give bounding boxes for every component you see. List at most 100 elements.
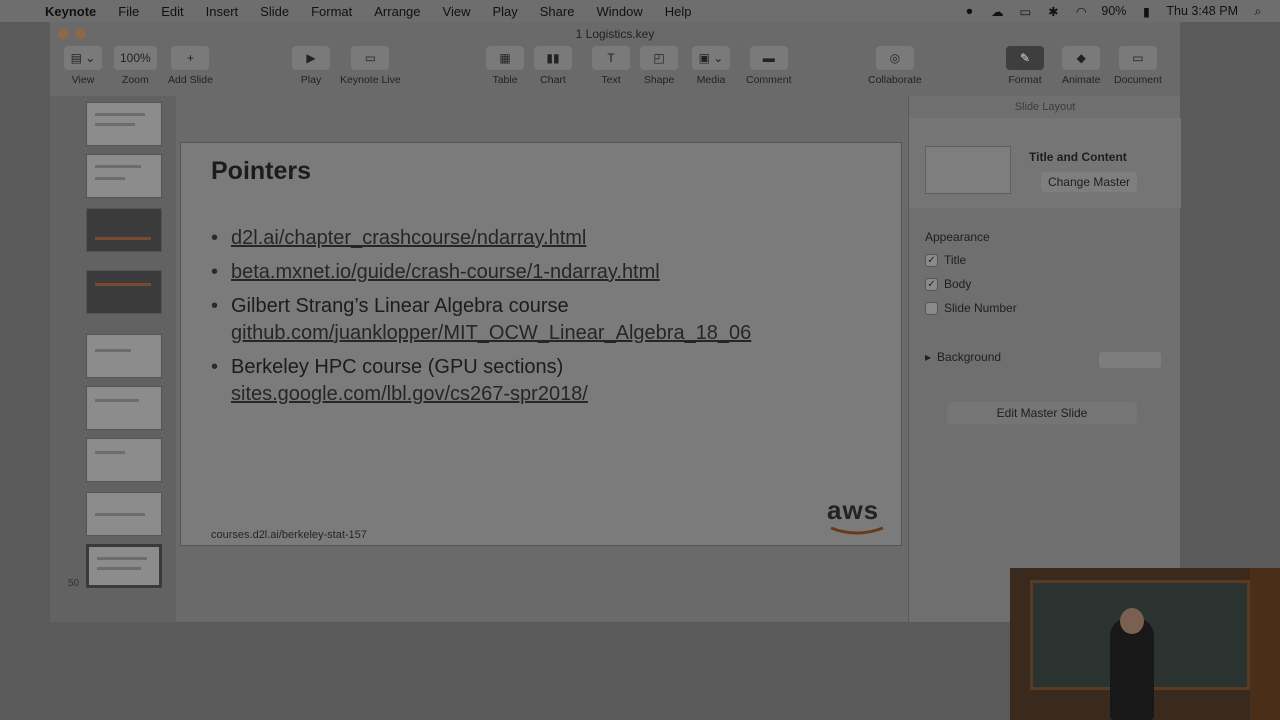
window-controls xyxy=(58,28,86,39)
slide-thumbnail[interactable] xyxy=(86,102,162,146)
collaborate-icon: ◎ xyxy=(875,46,914,70)
document-button[interactable]: ▭ Document xyxy=(1114,46,1162,86)
text-icon: T xyxy=(592,46,630,70)
view-icon: ▤ ⌄ xyxy=(64,46,102,70)
slide-thumbnail[interactable] xyxy=(86,438,162,482)
screen-icon[interactable]: ▭ xyxy=(1017,4,1033,19)
chart-icon: ▮▮ xyxy=(534,46,572,70)
bluetooth-icon[interactable]: ✱ xyxy=(1045,4,1061,19)
text-button[interactable]: T Text xyxy=(592,46,630,86)
view-button[interactable]: ▤ ⌄ View xyxy=(64,46,102,86)
link-berkeley-hpc[interactable]: sites.google.com/lbl.gov/cs267-spr2018/ xyxy=(231,381,751,408)
master-thumbnail[interactable] xyxy=(925,146,1011,194)
title-checkbox-row[interactable]: ✓ Title xyxy=(925,253,966,267)
menu-view[interactable]: View xyxy=(432,4,482,19)
keynote-live-button[interactable]: ▭ Keynote Live xyxy=(340,46,401,86)
chart-button[interactable]: ▮▮ Chart xyxy=(534,46,572,86)
bullet-list[interactable]: d2l.ai/chapter_crashcourse/ndarray.html … xyxy=(211,225,751,415)
link-d2l-ndarray[interactable]: d2l.ai/chapter_crashcourse/ndarray.html xyxy=(231,225,751,252)
slide-thumbnail[interactable] xyxy=(86,386,162,430)
change-master-button[interactable]: Change Master xyxy=(1041,172,1137,192)
minimize-window-icon[interactable] xyxy=(75,28,86,39)
edit-master-slide-button[interactable]: Edit Master Slide xyxy=(947,402,1137,424)
lecturer-head xyxy=(1120,608,1144,634)
body-checkbox-row[interactable]: ✓ Body xyxy=(925,277,971,291)
animate-icon: ◆ xyxy=(1062,46,1101,70)
battery-icon[interactable]: ▮ xyxy=(1138,4,1154,19)
aws-smile-icon xyxy=(830,526,884,535)
bullet-item: d2l.ai/chapter_crashcourse/ndarray.html xyxy=(211,225,751,252)
play-icon: ▶ xyxy=(292,46,330,70)
keynote-window: 1 Logistics.key ▤ ⌄ View 100% Zoom + Add Sl… xyxy=(50,22,1181,622)
menu-insert[interactable]: Insert xyxy=(195,4,250,19)
inspector-header: Slide Layout xyxy=(1014,101,1076,113)
slide-thumbnail[interactable] xyxy=(86,154,162,198)
toolbar: ▤ ⌄ View 100% Zoom + Add Slide ▶ Play ▭ Keyno… xyxy=(50,46,1180,96)
slide-number: 50 xyxy=(68,578,80,589)
play-button[interactable]: ▶ Play xyxy=(292,46,330,86)
link-strang-linear-algebra[interactable]: github.com/juanklopper/MIT_OCW_Linear_Al… xyxy=(231,320,751,347)
battery-percentage: 90% xyxy=(1101,4,1127,18)
menu-keynote[interactable]: Keynote xyxy=(34,4,107,19)
slide-thumbnail[interactable] xyxy=(86,492,162,536)
zoom-button[interactable]: 100% Zoom xyxy=(114,46,157,86)
slide-thumbnail[interactable] xyxy=(86,270,162,314)
wifi-icon[interactable]: ◠ xyxy=(1073,4,1089,19)
webcam-overlay xyxy=(1010,568,1280,720)
menu-share[interactable]: Share xyxy=(529,4,586,19)
menu-play[interactable]: Play xyxy=(481,4,528,19)
background-fill-popup[interactable] xyxy=(1099,352,1161,368)
menu-file[interactable]: File xyxy=(107,4,150,19)
bullet-item: Berkeley HPC course (GPU sections) sites.… xyxy=(211,354,751,408)
checkmark-icon[interactable]: ✓ xyxy=(925,277,938,291)
add-slide-button[interactable]: + Add Slide xyxy=(168,46,213,86)
close-window-icon[interactable] xyxy=(58,28,69,39)
bullet-text: Gilbert Strang’s Linear Algebra course xyxy=(231,295,569,317)
clock[interactable]: Thu 3:48 PM xyxy=(1166,4,1238,18)
menu-bar: Keynote File Edit Insert Slide Format Ar… xyxy=(0,0,1280,22)
master-name: Title and Content xyxy=(1029,150,1127,164)
slide-navigator: 50 xyxy=(50,96,176,622)
document-icon: ▭ xyxy=(1118,46,1157,70)
slide-thumbnail[interactable] xyxy=(86,334,162,378)
menu-window[interactable]: Window xyxy=(585,4,653,19)
comment-button[interactable]: ▬ Comment xyxy=(746,46,792,86)
collaborate-button[interactable]: ◎ Collaborate xyxy=(868,46,922,86)
animate-button[interactable]: ◆ Animate xyxy=(1062,46,1101,86)
spotlight-icon[interactable]: ⌕ xyxy=(1250,4,1266,18)
bullet-item: beta.mxnet.io/guide/crash-course/1-ndarr… xyxy=(211,259,751,286)
checkmark-icon[interactable]: ✓ xyxy=(925,253,938,267)
link-mxnet-crash-course[interactable]: beta.mxnet.io/guide/crash-course/1-ndarr… xyxy=(231,259,751,286)
plus-icon: + xyxy=(171,46,210,70)
table-icon: ▦ xyxy=(486,46,524,70)
format-button[interactable]: ✎ Format xyxy=(1006,46,1044,86)
background-disclosure[interactable]: ▸ Background xyxy=(925,350,1001,364)
media-icon: ▣ ⌄ xyxy=(692,46,730,70)
menu-edit[interactable]: Edit xyxy=(150,4,194,19)
checkbox-empty[interactable] xyxy=(925,301,938,315)
slide-thumbnail[interactable] xyxy=(86,208,162,252)
disclosure-triangle-icon: ▸ xyxy=(925,350,932,364)
master-section: Title and Content Change Master xyxy=(909,118,1181,208)
shape-button[interactable]: ◰ Shape xyxy=(640,46,678,86)
record-icon[interactable]: ● xyxy=(961,4,977,18)
door-frame xyxy=(1250,568,1280,720)
media-button[interactable]: ▣ ⌄ Media xyxy=(692,46,730,86)
format-inspector: Slide Layout Title and Content Change Ma… xyxy=(908,96,1181,622)
cloud-icon[interactable]: ☁ xyxy=(989,4,1005,19)
slide-canvas[interactable]: Pointers d2l.ai/chapter_crashcourse/ndar… xyxy=(180,142,902,546)
menu-format[interactable]: Format xyxy=(300,4,363,19)
title-bar: 1 Logistics.key xyxy=(50,22,1180,46)
menu-help[interactable]: Help xyxy=(654,4,703,19)
table-button[interactable]: ▦ Table xyxy=(486,46,524,86)
aws-logo-text: aws xyxy=(827,495,880,525)
slide-title[interactable]: Pointers xyxy=(211,157,311,186)
menu-slide[interactable]: Slide xyxy=(249,4,300,19)
slide-thumbnail-active[interactable] xyxy=(86,544,162,588)
format-brush-icon: ✎ xyxy=(1006,46,1044,70)
slide-footer: courses.d2l.ai/berkeley-stat-157 xyxy=(211,529,367,541)
menu-arrange[interactable]: Arrange xyxy=(363,4,431,19)
slide-number-checkbox-row[interactable]: Slide Number xyxy=(925,301,1017,315)
appearance-title: Appearance xyxy=(925,230,990,244)
keynote-live-icon: ▭ xyxy=(351,46,390,70)
